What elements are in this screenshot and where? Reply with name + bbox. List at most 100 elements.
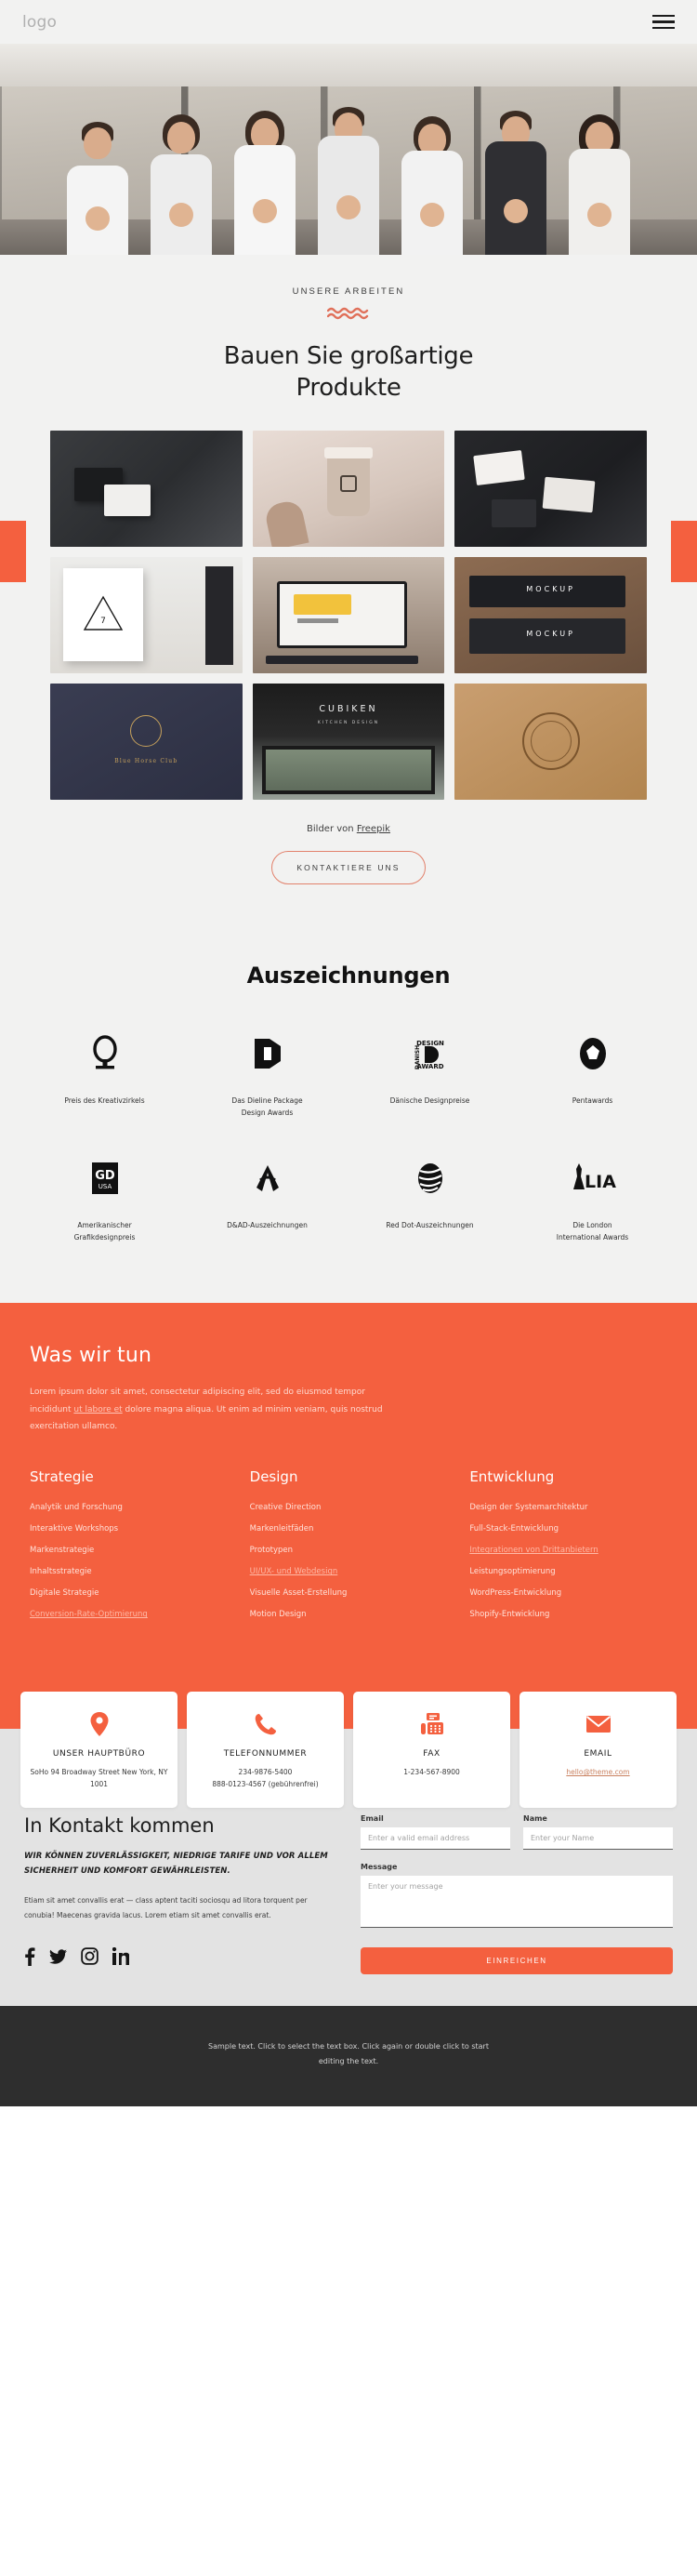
award-label: Amerikanischer Grafikdesignpreis bbox=[73, 1220, 136, 1242]
column-title: Strategie bbox=[30, 1468, 94, 1486]
award-item: Das Dieline Package Design Awards bbox=[186, 1033, 348, 1119]
contact-card-phone[interactable]: TELEFONNUMMER 234-9876-5400 888-0123-456… bbox=[187, 1692, 344, 1808]
service-item[interactable]: Shopify-Entwicklung bbox=[469, 1611, 667, 1619]
red-dot-sphere-icon bbox=[414, 1158, 446, 1199]
site-logo[interactable]: logo bbox=[22, 13, 57, 32]
award-item: LIA Die London International Awards bbox=[511, 1158, 674, 1243]
gd-usa-icon: GD USA bbox=[89, 1158, 121, 1199]
service-item[interactable]: UI/UX- und Webdesign bbox=[250, 1568, 448, 1576]
service-item[interactable]: Visuelle Asset-Erstellung bbox=[250, 1589, 448, 1598]
email-link[interactable]: hello@theme.com bbox=[566, 1768, 629, 1776]
contact-us-button[interactable]: KONTAKTIERE UNS bbox=[271, 850, 426, 884]
what-we-do-paragraph: Lorem ipsum dolor sit amet, consectetur … bbox=[30, 1384, 401, 1435]
get-in-touch-title: In Kontakt kommen bbox=[24, 1814, 215, 1838]
service-item[interactable]: Full-Stack-Entwicklung bbox=[469, 1525, 667, 1534]
contact-card-text: 234-9876-5400 888-0123-4567 (gebührenfre… bbox=[212, 1768, 319, 1789]
service-item[interactable]: Markenleitfäden bbox=[250, 1525, 448, 1534]
portfolio-grid: 7 MOCKUP MOCKUP Blue Horse Club CUBIKEN … bbox=[50, 430, 647, 800]
award-label: Pentawards bbox=[572, 1095, 613, 1105]
get-in-touch-copy: In Kontakt kommen WIR KÖNNEN ZUVERLÄSSIG… bbox=[24, 1814, 336, 1974]
name-input[interactable] bbox=[523, 1827, 673, 1851]
service-item[interactable]: Leistungsoptimierung bbox=[469, 1568, 667, 1576]
email-input[interactable] bbox=[361, 1827, 510, 1851]
page-title: Bauen Sie großartige Produkte bbox=[0, 340, 697, 405]
map-pin-icon bbox=[28, 1710, 170, 1738]
hamburger-icon[interactable] bbox=[652, 11, 675, 33]
fax-icon bbox=[361, 1710, 503, 1738]
portfolio-tile-coffee-cup-branding[interactable] bbox=[252, 430, 445, 547]
accent-bar-right bbox=[671, 520, 697, 582]
column-title: Entwicklung bbox=[469, 1468, 555, 1486]
twitter-icon[interactable] bbox=[49, 1947, 67, 1966]
submit-button[interactable]: EINREICHEN bbox=[361, 1947, 673, 1975]
service-item[interactable]: Creative Direction bbox=[250, 1504, 448, 1512]
name-label: Name bbox=[523, 1814, 547, 1824]
pentawards-icon bbox=[578, 1033, 608, 1074]
contact-card-text: hello@theme.com bbox=[527, 1767, 669, 1779]
award-label: Die London International Awards bbox=[556, 1220, 629, 1242]
contact-card-fax[interactable]: FAX 1-234-567-8900 bbox=[353, 1692, 510, 1808]
service-item[interactable]: Prototypen bbox=[250, 1547, 448, 1555]
portfolio-tile-cubiken-storefront-sign[interactable]: CUBIKEN KITCHEN DESIGN bbox=[252, 683, 445, 800]
awards-grid: Preis des Kreativzirkels Das Dieline Pac… bbox=[23, 1033, 674, 1244]
service-item[interactable]: Design der Systemarchitektur bbox=[469, 1504, 667, 1512]
image-credit: Bilder von Freepik bbox=[0, 824, 697, 834]
message-textarea[interactable] bbox=[361, 1876, 673, 1929]
award-label: Dänische Designpreise bbox=[389, 1095, 470, 1105]
service-item[interactable]: Interaktive Workshops bbox=[30, 1525, 228, 1534]
portfolio-tile-white-notebook-triangle-logo[interactable]: 7 bbox=[50, 556, 243, 673]
site-header: logo bbox=[0, 0, 697, 44]
works-eyebrow: UNSERE ARBEITEN bbox=[292, 286, 405, 297]
page-root: logo UNSERE ARBEITEN Bauen Sie großartig… bbox=[0, 0, 697, 2107]
service-item[interactable]: WordPress-Entwicklung bbox=[469, 1589, 667, 1598]
creative-circle-award-icon bbox=[91, 1033, 119, 1074]
service-item[interactable]: Digitale Strategie bbox=[30, 1589, 228, 1598]
message-label: Message bbox=[361, 1863, 398, 1872]
portfolio-tile-dark-business-cards-signature[interactable] bbox=[454, 430, 647, 547]
svg-text:7: 7 bbox=[100, 617, 106, 626]
linkedin-icon[interactable] bbox=[112, 1947, 129, 1966]
portfolio-tile-kraft-paper-stamp-logo[interactable] bbox=[454, 683, 647, 800]
get-in-touch-body: Etiam sit amet convallis erat — class ap… bbox=[24, 1896, 308, 1919]
portfolio-tile-navy-logo-crest-card[interactable]: Blue Horse Club bbox=[50, 683, 243, 800]
site-footer: Sample text. Click to select the text bo… bbox=[0, 2006, 697, 2107]
services-column-strategie: Strategie Analytik und Forschung Interak… bbox=[30, 1468, 228, 1632]
service-item[interactable]: Motion Design bbox=[250, 1611, 448, 1619]
contact-card-office[interactable]: UNSER HAUPTBÜRO SoHo 94 Broadway Street … bbox=[20, 1692, 178, 1808]
svg-text:LIA: LIA bbox=[585, 1172, 616, 1192]
form-row-email-name: Email Name bbox=[361, 1814, 673, 1851]
portfolio-tile-black-business-card-stationery[interactable] bbox=[50, 430, 243, 547]
facebook-icon[interactable] bbox=[24, 1946, 35, 1966]
service-item[interactable]: Inhaltsstrategie bbox=[30, 1568, 228, 1576]
award-label: Red Dot-Auszeichnungen bbox=[386, 1220, 474, 1229]
field-email: Email bbox=[361, 1814, 510, 1851]
dandad-pencil-icon bbox=[251, 1158, 284, 1199]
hero-team-photo bbox=[0, 101, 697, 255]
contact-card-title: EMAIL bbox=[584, 1749, 612, 1759]
service-item[interactable]: Markenstrategie bbox=[30, 1547, 228, 1555]
column-list: Creative Direction Markenleitfäden Proto… bbox=[250, 1504, 448, 1619]
column-list: Design der Systemarchitektur Full-Stack-… bbox=[469, 1504, 667, 1619]
services-columns: Strategie Analytik und Forschung Interak… bbox=[30, 1468, 667, 1632]
award-item: D&AD-Auszeichnungen bbox=[186, 1158, 348, 1243]
page-title-line-1: Bauen Sie großartige bbox=[223, 342, 474, 370]
service-item[interactable]: Analytik und Forschung bbox=[30, 1504, 228, 1512]
inline-link[interactable]: ut labore et bbox=[73, 1405, 122, 1414]
freepik-link[interactable]: Freepik bbox=[357, 824, 390, 834]
services-column-entwicklung: Entwicklung Design der Systemarchitektur… bbox=[469, 1468, 667, 1632]
dieline-package-d-icon bbox=[252, 1033, 283, 1074]
service-item[interactable]: Integrationen von Drittanbietern bbox=[469, 1547, 667, 1555]
award-item: GD USA Amerikanischer Grafikdesignpreis bbox=[23, 1158, 186, 1243]
instagram-icon[interactable] bbox=[81, 1947, 99, 1965]
contact-card-text: SoHo 94 Broadway Street New York, NY 100… bbox=[30, 1768, 168, 1789]
field-name: Name bbox=[523, 1814, 673, 1851]
envelope-icon bbox=[527, 1710, 669, 1738]
award-item: Preis des Kreativzirkels bbox=[23, 1033, 186, 1119]
service-item[interactable]: Conversion-Rate-Optimierung bbox=[30, 1611, 228, 1619]
contact-card-email[interactable]: EMAIL hello@theme.com bbox=[519, 1692, 677, 1808]
contact-cards: UNSER HAUPTBÜRO SoHo 94 Broadway Street … bbox=[0, 1692, 697, 1808]
award-label: Preis des Kreativzirkels bbox=[64, 1095, 145, 1105]
portfolio-tile-laptop-branding-presentation[interactable] bbox=[252, 556, 445, 673]
svg-text:USA: USA bbox=[98, 1183, 112, 1190]
portfolio-tile-dark-box-mockup[interactable]: MOCKUP MOCKUP bbox=[454, 556, 647, 673]
